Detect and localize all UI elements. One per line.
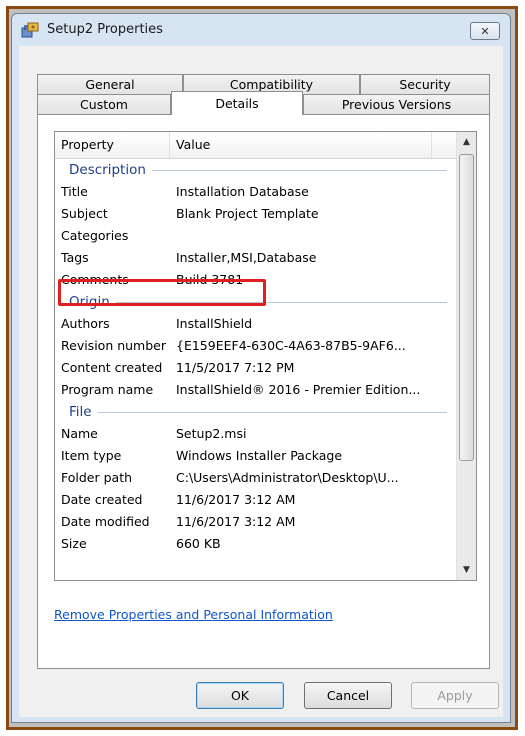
property-value: Blank Project Template: [176, 206, 319, 221]
list-row[interactable]: Folder path C:\Users\Administrator\Deskt…: [55, 467, 457, 489]
property-name: Size: [61, 536, 87, 551]
group-label: File: [69, 401, 98, 423]
installer-package-icon: [21, 22, 39, 38]
property-value: C:\Users\Administrator\Desktop\U...: [176, 470, 399, 485]
property-value: Installer,MSI,Database: [176, 250, 317, 265]
property-value: {E159EEF4-630C-4A63-87B5-9AF6...: [176, 338, 406, 353]
list-row[interactable]: Tags Installer,MSI,Database: [55, 247, 457, 269]
column-header-label: Property: [61, 137, 114, 152]
tab-label: Custom: [80, 97, 128, 112]
property-value: 660 KB: [176, 536, 221, 551]
property-name: Item type: [61, 448, 122, 463]
tab-details[interactable]: Details: [171, 91, 303, 115]
properties-window: Setup2 Properties ✕ General Compatibilit…: [11, 13, 511, 723]
property-value: 11/6/2017 3:12 AM: [176, 492, 296, 507]
button-label: OK: [230, 688, 250, 703]
ok-button[interactable]: OK: [196, 682, 284, 709]
list-row[interactable]: Date created 11/6/2017 3:12 AM: [55, 489, 457, 511]
scrollbar-thumb[interactable]: [459, 154, 474, 461]
tab-label: Previous Versions: [341, 97, 452, 112]
comments-highlight-box: [58, 279, 266, 306]
list-row[interactable]: Authors InstallShield: [55, 313, 457, 335]
button-label: Apply: [437, 688, 473, 703]
property-name: Date created: [61, 492, 143, 507]
column-header-property[interactable]: Property: [55, 132, 170, 158]
property-name: Authors: [61, 316, 110, 331]
list-row[interactable]: Name Setup2.msi: [55, 423, 457, 445]
property-value: Windows Installer Package: [176, 448, 343, 463]
property-name: Date modified: [61, 514, 150, 529]
tab-row-front: Custom Details Previous Versions: [37, 91, 490, 115]
property-value: InstallShield: [176, 316, 253, 331]
tab-previous-versions[interactable]: Previous Versions: [303, 94, 490, 114]
property-value: 11/5/2017 7:12 PM: [176, 360, 295, 375]
column-header-value[interactable]: Value: [170, 132, 432, 158]
property-name: Content created: [61, 360, 163, 375]
list-row[interactable]: Categories: [55, 225, 457, 247]
property-name: Tags: [61, 250, 89, 265]
tab-label: Details: [215, 96, 259, 111]
list-row[interactable]: Program name InstallShield® 2016 - Premi…: [55, 379, 457, 401]
vertical-scrollbar[interactable]: ▲ ▼: [456, 132, 476, 580]
property-name: Program name: [61, 382, 154, 397]
group-header-description[interactable]: Description: [55, 159, 457, 181]
group-label: Description: [69, 159, 152, 181]
property-value: Setup2.msi: [176, 426, 247, 441]
scroll-down-arrow-icon[interactable]: ▼: [458, 560, 475, 580]
property-value: 11/6/2017 3:12 AM: [176, 514, 296, 529]
property-name: Title: [61, 184, 88, 199]
tab-security[interactable]: Security: [360, 74, 490, 94]
group-header-file[interactable]: File: [55, 401, 457, 423]
list-row[interactable]: Date modified 11/6/2017 3:12 AM: [55, 511, 457, 533]
list-row[interactable]: Title Installation Database: [55, 181, 457, 203]
column-header-label: Value: [176, 137, 211, 152]
dialog-client-area: General Compatibility Security Custom De…: [19, 46, 503, 717]
list-row[interactable]: Content created 11/5/2017 7:12 PM: [55, 357, 457, 379]
scroll-up-arrow-icon[interactable]: ▲: [458, 132, 475, 152]
tab-label: General: [85, 77, 135, 92]
property-value: Installation Database: [176, 184, 309, 199]
details-list[interactable]: Property Value Description Title Install…: [54, 131, 477, 581]
property-value: InstallShield® 2016 - Premier Edition...: [176, 382, 421, 397]
list-row[interactable]: Item type Windows Installer Package: [55, 445, 457, 467]
tab-general[interactable]: General: [37, 74, 183, 94]
tab-label: Security: [399, 77, 451, 92]
tab-custom[interactable]: Custom: [37, 94, 171, 114]
close-button[interactable]: ✕: [470, 22, 500, 40]
close-icon: ✕: [480, 24, 490, 38]
button-label: Cancel: [326, 688, 370, 703]
property-name: Revision number: [61, 338, 166, 353]
property-name: Categories: [61, 228, 129, 243]
property-name: Folder path: [61, 470, 133, 485]
remove-properties-link[interactable]: Remove Properties and Personal Informati…: [54, 607, 333, 622]
window-title: Setup2 Properties: [47, 22, 163, 37]
property-name: Name: [61, 426, 98, 441]
details-panel: Property Value Description Title Install…: [37, 114, 490, 669]
list-header: Property Value: [55, 132, 457, 159]
list-row[interactable]: Size 660 KB: [55, 533, 457, 555]
tab-label: Compatibility: [229, 77, 314, 92]
screenshot-frame: Setup2 Properties ✕ General Compatibilit…: [0, 0, 525, 736]
apply-button[interactable]: Apply: [411, 682, 499, 709]
title-bar[interactable]: Setup2 Properties ✕: [12, 14, 510, 44]
list-row[interactable]: Subject Blank Project Template: [55, 203, 457, 225]
list-row[interactable]: Revision number {E159EEF4-630C-4A63-87B5…: [55, 335, 457, 357]
property-name: Subject: [61, 206, 108, 221]
group-divider: [69, 412, 447, 413]
cancel-button[interactable]: Cancel: [304, 682, 392, 709]
